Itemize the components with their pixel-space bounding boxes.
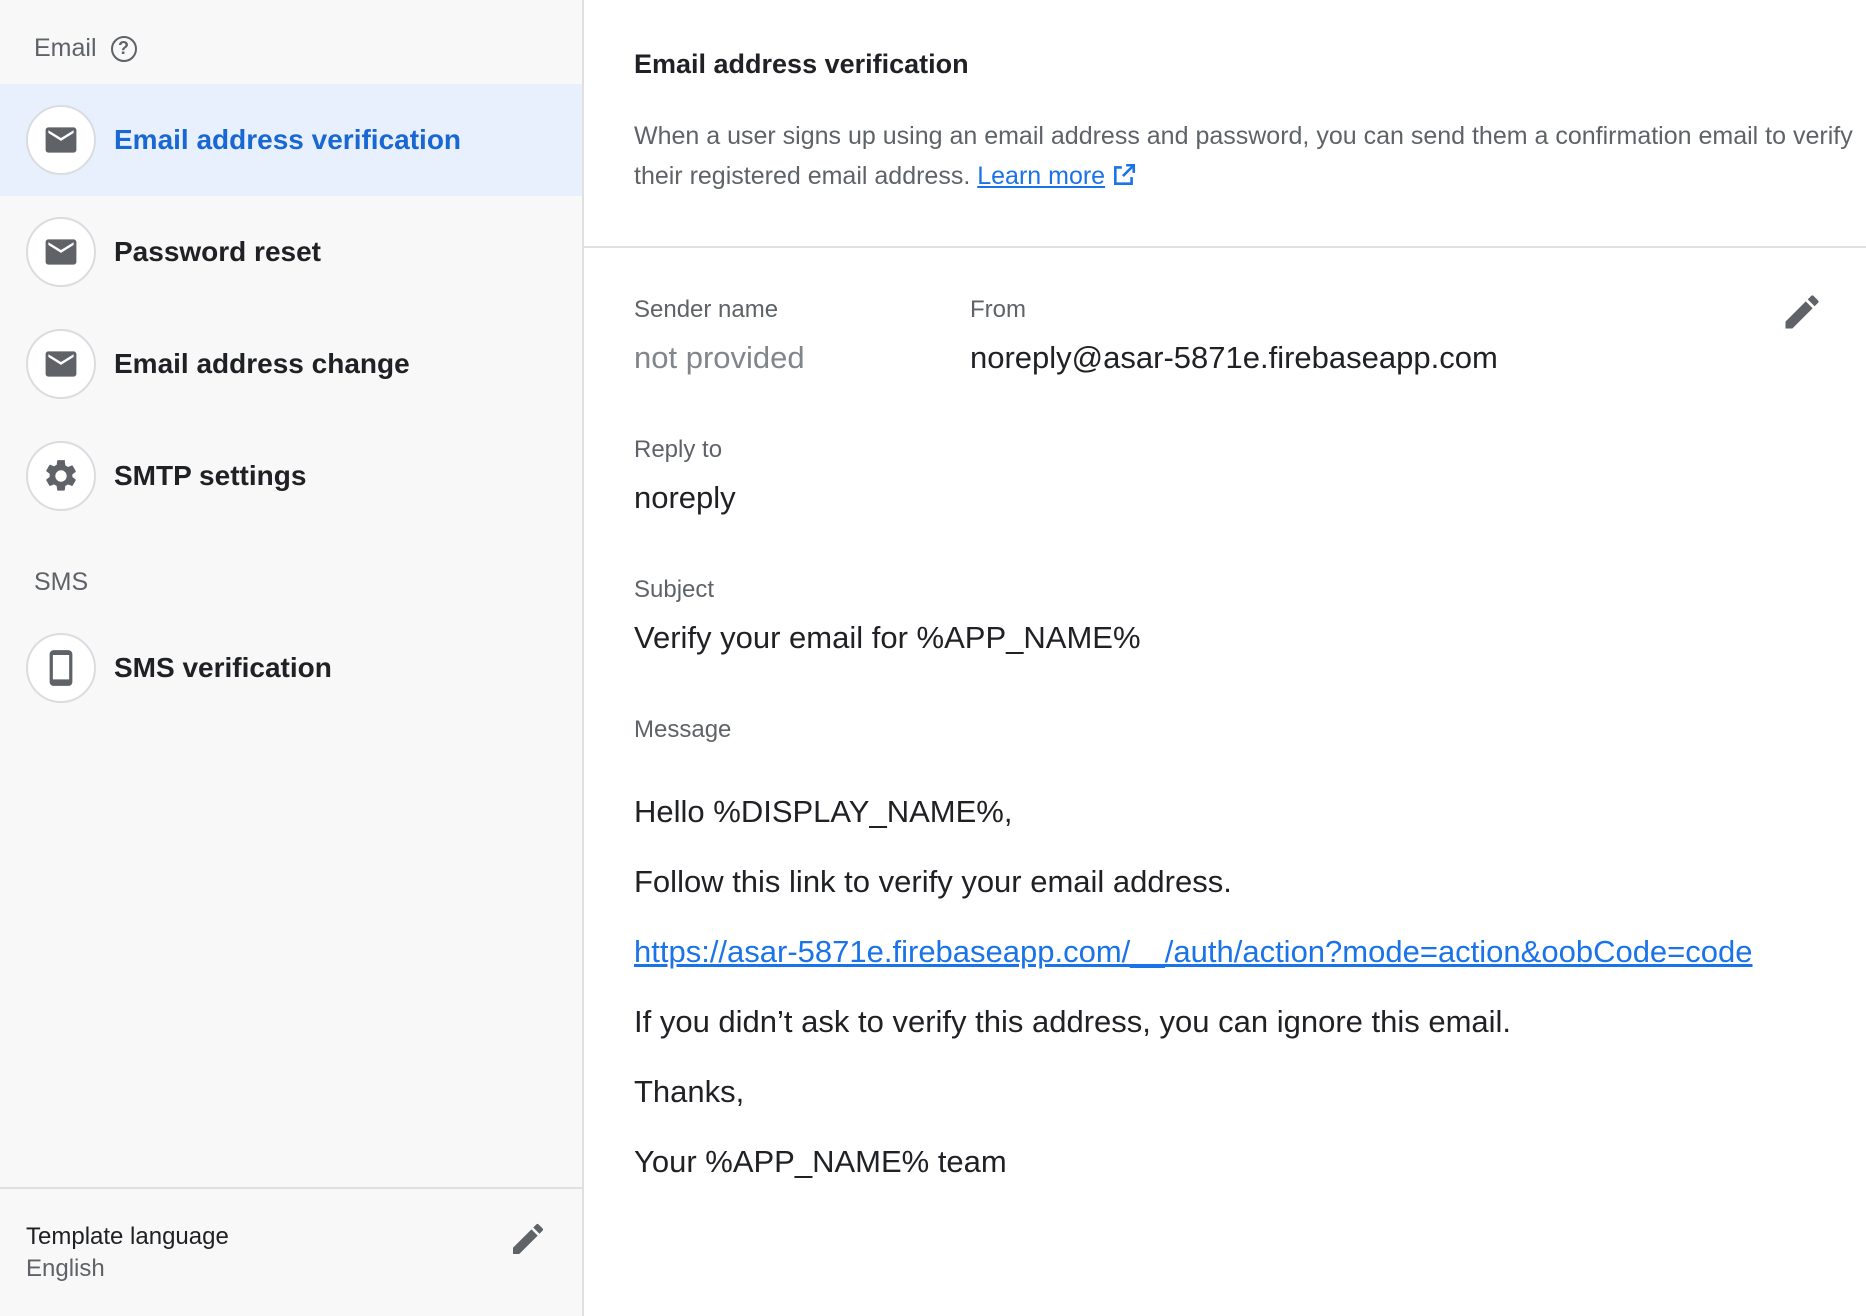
email-section-label: Email — [34, 34, 97, 62]
from-label: From — [970, 296, 1026, 323]
message-label: Message — [634, 716, 732, 743]
learn-more-link[interactable]: Learn more — [977, 162, 1105, 190]
sidebar-item-label: Email address verification — [114, 124, 462, 155]
help-icon[interactable]: ? — [110, 35, 137, 62]
sender-name-label: Sender name — [634, 296, 779, 323]
sidebar-item-smtp-settings[interactable]: SMTP settings — [0, 420, 582, 532]
app-frame: Email ? Email address verification Passw… — [0, 0, 1866, 1316]
sidebar-item-label: SMTP settings — [114, 460, 307, 491]
sidebar-item-label: SMS verification — [114, 652, 332, 683]
sidebar-item-email-address-change[interactable]: Email address change — [0, 308, 582, 420]
message-thanks: Thanks, — [634, 1074, 745, 1109]
description-text: When a user signs up using an email addr… — [634, 122, 1853, 190]
template-language-section: Template language English — [0, 1187, 582, 1316]
email-section-header: Email ? — [34, 34, 137, 63]
sidebar-item-password-reset[interactable]: Password reset — [0, 196, 582, 308]
sidebar-item-label: Password reset — [114, 236, 321, 267]
edit-template-button[interactable] — [1780, 290, 1824, 334]
main-panel: Email address verification When a user s… — [584, 0, 1866, 1316]
sidebar-item-email-address-verification[interactable]: Email address verification — [0, 84, 582, 196]
mail-icon — [26, 329, 96, 399]
verification-link[interactable]: https://asar-5871e.firebaseapp.com/__/au… — [634, 934, 1753, 970]
mail-icon — [26, 217, 96, 287]
edit-template-language-button[interactable] — [508, 1219, 548, 1259]
phone-icon — [26, 633, 96, 703]
message-ignore: If you didn’t ask to verify this address… — [634, 1004, 1512, 1039]
sidebar-item-sms-verification[interactable]: SMS verification — [0, 612, 582, 724]
pencil-icon — [1785, 295, 1819, 329]
page-title: Email address verification — [634, 49, 969, 79]
message-signature: Your %APP_NAME% team — [634, 1144, 1007, 1179]
gear-icon — [26, 441, 96, 511]
main-header: Email address verification When a user s… — [584, 0, 1866, 248]
message-greeting: Hello %DISPLAY_NAME%, — [634, 794, 1013, 829]
sms-section-label: SMS — [34, 568, 89, 596]
sidebar: Email ? Email address verification Passw… — [0, 0, 584, 1316]
reply-to-value: noreply — [634, 480, 736, 515]
mail-icon — [26, 105, 96, 175]
sidebar-item-label: Email address change — [114, 348, 410, 379]
template-language-label: Template language — [26, 1223, 229, 1250]
sender-name-value: not provided — [634, 340, 805, 375]
subject-value: Verify your email for %APP_NAME% — [634, 620, 1141, 655]
page-description: When a user signs up using an email addr… — [634, 116, 1864, 196]
sms-section-header: SMS — [34, 568, 88, 597]
message-instruction: Follow this link to verify your email ad… — [634, 864, 1232, 899]
subject-label: Subject — [634, 576, 715, 603]
pencil-icon — [513, 1223, 544, 1254]
template-language-value: English — [26, 1255, 105, 1282]
external-link-icon[interactable] — [1111, 162, 1137, 188]
from-value: noreply@asar-5871e.firebaseapp.com — [970, 340, 1498, 375]
reply-to-label: Reply to — [634, 436, 723, 463]
